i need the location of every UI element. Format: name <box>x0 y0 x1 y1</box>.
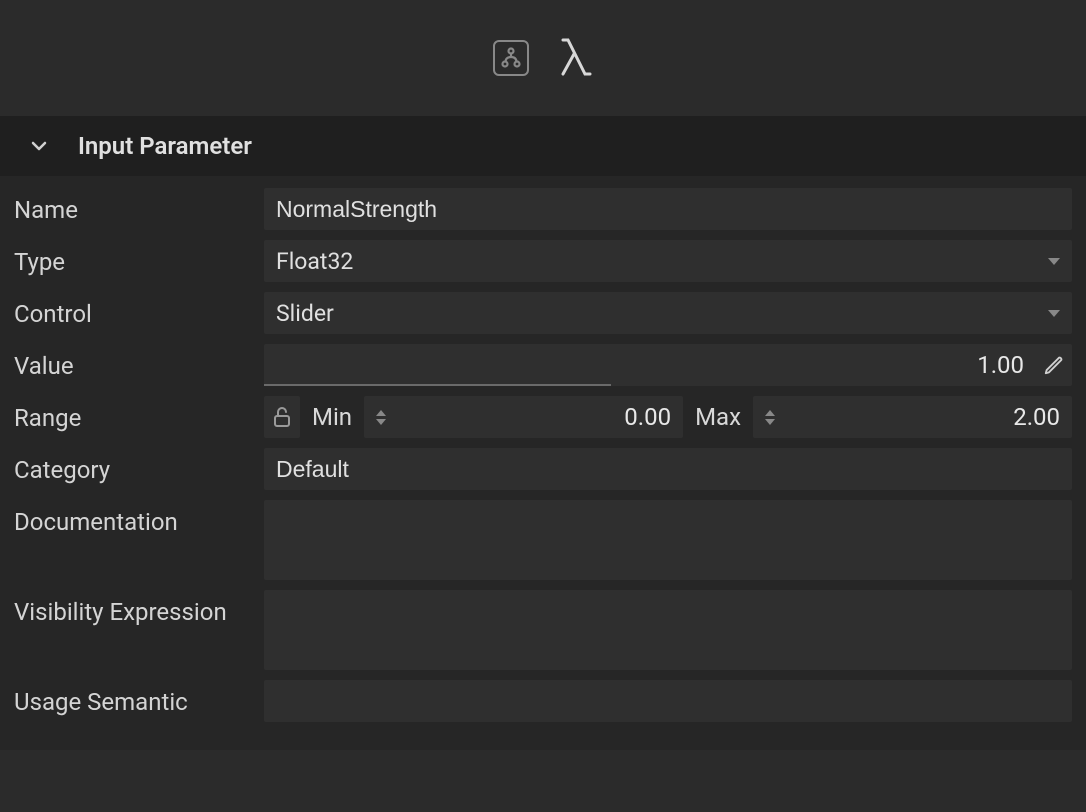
top-toolbar <box>0 0 1086 116</box>
usage-label: Usage Semantic <box>14 680 264 716</box>
visibility-input[interactable] <box>264 590 1072 670</box>
max-label: Max <box>695 403 741 431</box>
graph-icon[interactable] <box>493 40 529 76</box>
name-label: Name <box>14 188 264 224</box>
chevron-down-icon <box>28 135 50 157</box>
max-value: 2.00 <box>783 403 1060 431</box>
documentation-input[interactable] <box>264 500 1072 580</box>
value-text: 1.00 <box>958 351 1036 379</box>
section-header[interactable]: Input Parameter <box>0 116 1086 176</box>
dropdown-caret-icon <box>1048 310 1060 317</box>
lambda-icon[interactable] <box>557 36 593 80</box>
min-label: Min <box>312 403 352 431</box>
value-label: Value <box>14 344 264 380</box>
control-label: Control <box>14 292 264 328</box>
min-stepper[interactable] <box>376 410 386 425</box>
stepper-up-icon[interactable] <box>376 410 386 416</box>
stepper-up-icon[interactable] <box>765 410 775 416</box>
type-select[interactable]: Float32 <box>264 240 1072 282</box>
min-value: 0.00 <box>394 403 671 431</box>
edit-value-button[interactable] <box>1036 344 1072 386</box>
visibility-label: Visibility Expression <box>14 590 264 626</box>
max-input[interactable]: 2.00 <box>753 396 1072 438</box>
range-label: Range <box>14 396 264 432</box>
value-slider[interactable]: 1.00 <box>264 344 1072 386</box>
documentation-label: Documentation <box>14 500 264 536</box>
footer-space <box>0 750 1086 812</box>
stepper-down-icon[interactable] <box>765 419 775 425</box>
max-stepper[interactable] <box>765 410 775 425</box>
section-title: Input Parameter <box>78 132 252 160</box>
control-value: Slider <box>276 300 334 327</box>
category-label: Category <box>14 448 264 484</box>
usage-input[interactable] <box>264 680 1072 722</box>
range-lock-button[interactable] <box>264 396 300 438</box>
type-value: Float32 <box>276 248 353 275</box>
category-input[interactable] <box>264 448 1072 490</box>
type-label: Type <box>14 240 264 276</box>
control-select[interactable]: Slider <box>264 292 1072 334</box>
properties-panel: Name Type Float32 Control Slider Value <box>0 176 1086 750</box>
stepper-down-icon[interactable] <box>376 419 386 425</box>
slider-fill <box>264 384 611 386</box>
dropdown-caret-icon <box>1048 258 1060 265</box>
min-input[interactable]: 0.00 <box>364 396 683 438</box>
name-input[interactable] <box>264 188 1072 230</box>
